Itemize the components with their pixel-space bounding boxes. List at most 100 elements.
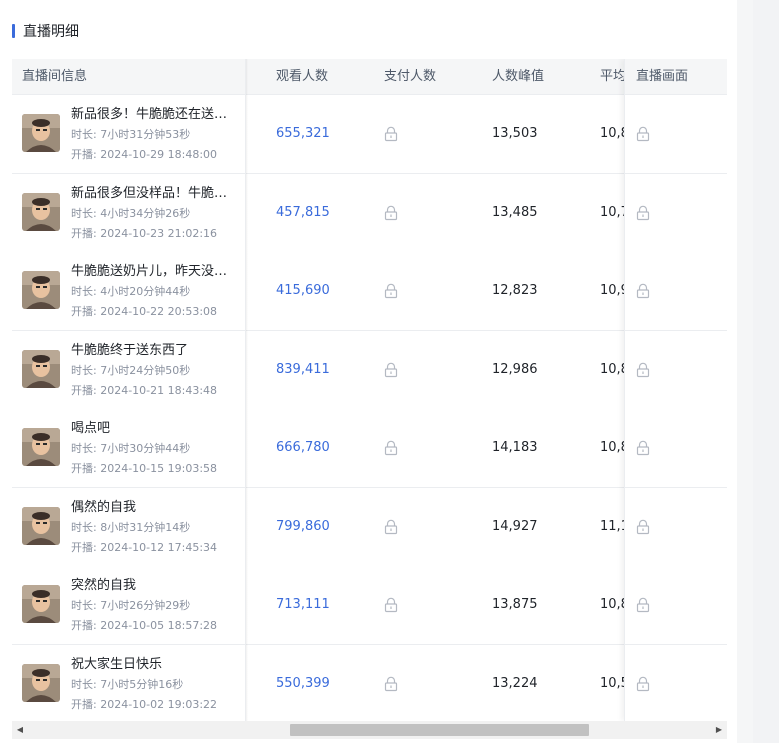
- col-header-screen[interactable]: 直播画面: [636, 59, 688, 94]
- views-value[interactable]: 799,860: [276, 488, 330, 566]
- avg-value: 10,8: [600, 440, 625, 455]
- room-start-time: 开播: 2024-10-15 19:03:58: [71, 459, 241, 479]
- room-start-time: 开播: 2024-10-29 18:48:00: [71, 145, 241, 165]
- room-duration: 时长: 7小时24分钟50秒: [71, 361, 241, 381]
- lock-icon: [636, 283, 650, 299]
- room-info: 祝大家生日快乐 时长: 7小时5分钟16秒 开播: 2024-10-02 19:…: [71, 655, 241, 715]
- duration-value: 7小时5分钟16秒: [100, 678, 184, 691]
- col-header-payers[interactable]: 支付人数: [384, 59, 436, 94]
- section-title: 直播明细: [23, 24, 79, 40]
- lock-icon: [636, 597, 650, 613]
- live-thumbnail-icon[interactable]: [22, 271, 60, 309]
- peak-value: 13,875: [492, 597, 538, 612]
- duration-value: 7小时24分钟50秒: [100, 364, 191, 377]
- room-start-time: 开播: 2024-10-05 18:57:28: [71, 616, 241, 636]
- scroll-right-icon[interactable]: ▶: [711, 721, 727, 739]
- room-title[interactable]: 新品很多！牛脆脆还在送…: [71, 105, 231, 125]
- peak-value: 13,224: [492, 676, 538, 691]
- lock-icon: [636, 519, 650, 535]
- duration-value: 7小时26分钟29秒: [100, 599, 191, 612]
- room-duration: 时长: 8小时31分钟14秒: [71, 518, 241, 538]
- avg-value: 10,7: [600, 205, 625, 220]
- live-thumbnail-icon[interactable]: [22, 193, 60, 231]
- live-detail-panel: 直播明细 直播间信息 观看人数 支付人数 人数峰值 平均 直播画面 新品很多！牛…: [0, 0, 737, 743]
- duration-value: 4小时34分钟26秒: [100, 207, 191, 220]
- lock-icon: [384, 126, 398, 142]
- duration-value: 7小时31分钟53秒: [100, 128, 191, 141]
- lock-icon: [384, 205, 398, 221]
- live-thumbnail-icon[interactable]: [22, 585, 60, 623]
- duration-label: 时长:: [71, 364, 101, 377]
- views-value[interactable]: 415,690: [276, 252, 330, 330]
- room-duration: 时长: 7小时26分钟29秒: [71, 596, 241, 616]
- table-row[interactable]: 新品很多但没样品！牛脆… 时长: 4小时34分钟26秒 开播: 2024-10-…: [12, 174, 727, 253]
- duration-label: 时长:: [71, 128, 101, 141]
- lock-icon: [636, 362, 650, 378]
- duration-value: 8小时31分钟14秒: [100, 521, 191, 534]
- room-title[interactable]: 牛脆脆终于送东西了: [71, 341, 231, 361]
- start-value: 2024-10-12 17:45:34: [100, 541, 218, 554]
- scrollbar-thumb[interactable]: [290, 724, 589, 736]
- table-row[interactable]: 喝点吧 时长: 7小时30分钟44秒 开播: 2024-10-15 19:03:…: [12, 409, 727, 488]
- table-row[interactable]: 突然的自我 时长: 7小时26分钟29秒 开播: 2024-10-05 18:5…: [12, 566, 727, 645]
- table-row[interactable]: 偶然的自我 时长: 8小时31分钟14秒 开播: 2024-10-12 17:4…: [12, 488, 727, 567]
- live-thumbnail-icon[interactable]: [22, 664, 60, 702]
- col-header-peak[interactable]: 人数峰值: [492, 59, 544, 94]
- views-value[interactable]: 713,111: [276, 566, 330, 644]
- room-start-time: 开播: 2024-10-02 19:03:22: [71, 695, 241, 715]
- live-thumbnail-icon[interactable]: [22, 114, 60, 152]
- room-title[interactable]: 牛脆脆送奶片儿，昨天没…: [71, 262, 231, 282]
- peak-value: 13,503: [492, 126, 538, 141]
- room-info: 牛脆脆终于送东西了 时长: 7小时24分钟50秒 开播: 2024-10-21 …: [71, 341, 241, 401]
- views-value[interactable]: 666,780: [276, 409, 330, 487]
- start-value: 2024-10-23 21:02:16: [100, 227, 218, 240]
- room-info: 喝点吧 时长: 7小时30分钟44秒 开播: 2024-10-15 19:03:…: [71, 419, 241, 479]
- lock-icon: [384, 440, 398, 456]
- col-header-avg[interactable]: 平均: [600, 59, 624, 94]
- room-start-time: 开播: 2024-10-12 17:45:34: [71, 538, 241, 558]
- room-title[interactable]: 新品很多但没样品！牛脆…: [71, 184, 231, 204]
- lock-icon: [384, 283, 398, 299]
- avg-value: 10,8: [600, 126, 625, 141]
- live-thumbnail-icon[interactable]: [22, 428, 60, 466]
- start-value: 2024-10-02 19:03:22: [100, 698, 218, 711]
- start-value: 2024-10-15 19:03:58: [100, 462, 218, 475]
- lock-icon: [384, 519, 398, 535]
- views-value[interactable]: 655,321: [276, 95, 330, 173]
- start-label: 开播:: [71, 384, 101, 397]
- room-title[interactable]: 突然的自我: [71, 576, 231, 596]
- live-thumbnail-icon[interactable]: [22, 350, 60, 388]
- room-title[interactable]: 偶然的自我: [71, 498, 231, 518]
- views-value[interactable]: 550,399: [276, 645, 330, 721]
- live-thumbnail-icon[interactable]: [22, 507, 60, 545]
- sticky-column-divider: [245, 59, 248, 721]
- section-header: 直播明细: [12, 21, 79, 41]
- avg-value: 10,9: [600, 283, 625, 298]
- views-value[interactable]: 839,411: [276, 331, 330, 409]
- table-row[interactable]: 牛脆脆终于送东西了 时长: 7小时24分钟50秒 开播: 2024-10-21 …: [12, 331, 727, 410]
- table-row[interactable]: 新品很多！牛脆脆还在送… 时长: 7小时31分钟53秒 开播: 2024-10-…: [12, 95, 727, 174]
- scroll-left-icon[interactable]: ◀: [12, 721, 28, 739]
- room-duration: 时长: 7小时30分钟44秒: [71, 439, 241, 459]
- table-row[interactable]: 祝大家生日快乐 时长: 7小时5分钟16秒 开播: 2024-10-02 19:…: [12, 645, 727, 721]
- room-start-time: 开播: 2024-10-22 20:53:08: [71, 302, 241, 322]
- room-info: 新品很多但没样品！牛脆… 时长: 4小时34分钟26秒 开播: 2024-10-…: [71, 184, 241, 244]
- duration-value: 7小时30分钟44秒: [100, 442, 191, 455]
- avg-value: 10,8: [600, 597, 625, 612]
- room-duration: 时长: 7小时5分钟16秒: [71, 675, 241, 695]
- room-duration: 时长: 4小时20分钟44秒: [71, 282, 241, 302]
- col-header-info[interactable]: 直播间信息: [22, 59, 87, 94]
- room-title[interactable]: 喝点吧: [71, 419, 231, 439]
- lock-icon: [636, 676, 650, 692]
- col-header-views[interactable]: 观看人数: [276, 59, 328, 94]
- views-value[interactable]: 457,815: [276, 174, 330, 252]
- lock-icon: [384, 597, 398, 613]
- room-start-time: 开播: 2024-10-23 21:02:16: [71, 224, 241, 244]
- room-title[interactable]: 祝大家生日快乐: [71, 655, 231, 675]
- room-info: 新品很多！牛脆脆还在送… 时长: 7小时31分钟53秒 开播: 2024-10-…: [71, 105, 241, 165]
- duration-label: 时长:: [71, 207, 101, 220]
- horizontal-scrollbar[interactable]: ◀ ▶: [12, 721, 727, 739]
- avg-value: 10,8: [600, 362, 625, 377]
- room-duration: 时长: 7小时31分钟53秒: [71, 125, 241, 145]
- table-row[interactable]: 牛脆脆送奶片儿，昨天没… 时长: 4小时20分钟44秒 开播: 2024-10-…: [12, 252, 727, 331]
